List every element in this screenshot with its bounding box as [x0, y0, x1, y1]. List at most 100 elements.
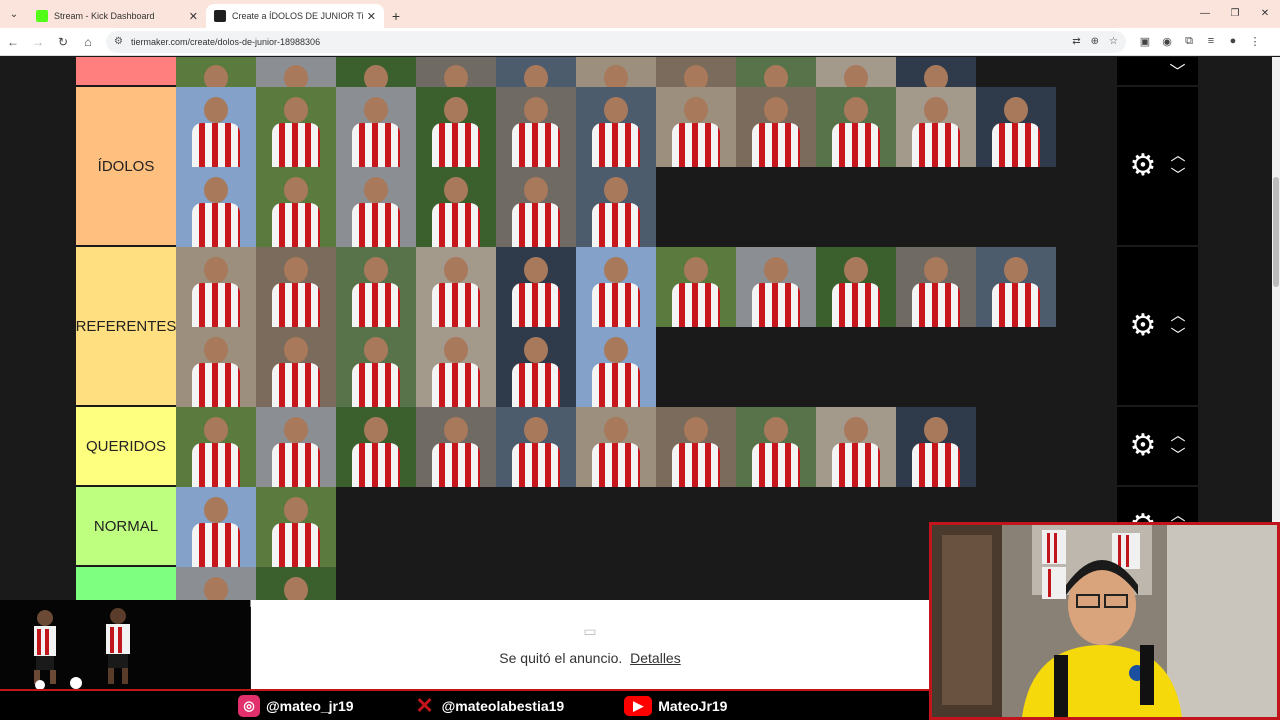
player-tile[interactable] — [496, 407, 576, 487]
player-tile[interactable] — [576, 57, 656, 87]
player-tile[interactable] — [816, 87, 896, 167]
extension-icon[interactable]: ◉ — [1156, 35, 1178, 48]
player-tile[interactable] — [896, 57, 976, 87]
tier-label[interactable] — [76, 57, 176, 85]
restore-icon[interactable]: ❐ — [1220, 0, 1250, 28]
player-tile[interactable] — [896, 407, 976, 487]
player-tile[interactable] — [416, 57, 496, 87]
player-tile[interactable] — [496, 167, 576, 247]
player-tile[interactable] — [176, 87, 256, 167]
profile-avatar[interactable]: ● — [1222, 35, 1244, 48]
player-tile[interactable] — [576, 247, 656, 327]
player-tile[interactable] — [736, 87, 816, 167]
player-tile[interactable] — [336, 247, 416, 327]
move-tier-up-icon[interactable]: ︿ — [1170, 428, 1185, 443]
tier-label[interactable]: QUERIDOS — [76, 407, 176, 485]
player-tile[interactable] — [656, 407, 736, 487]
forward-icon[interactable]: → — [26, 30, 50, 54]
player-tile[interactable] — [576, 407, 656, 487]
player-tile[interactable] — [256, 247, 336, 327]
player-tile[interactable] — [896, 247, 976, 327]
move-tier-up-icon[interactable]: ︿ — [1170, 308, 1185, 323]
move-tier-down-icon[interactable]: ﹀ — [1170, 168, 1185, 183]
tab-tiermaker[interactable]: Create a ÍDOLOS DE JUNIOR Tier ✕ — [206, 4, 384, 28]
tab-kick-dashboard[interactable]: Stream - Kick Dashboard ✕ — [28, 4, 206, 28]
player-tile[interactable] — [576, 87, 656, 167]
player-tile[interactable] — [176, 57, 256, 87]
player-tile[interactable] — [736, 247, 816, 327]
tier-label[interactable]: NORMAL — [76, 487, 176, 565]
player-tile[interactable] — [976, 247, 1056, 327]
player-tile[interactable] — [656, 57, 736, 87]
tab-search-icon[interactable]: ⌄ — [0, 0, 28, 28]
player-tile[interactable] — [256, 57, 336, 87]
player-head — [764, 97, 788, 123]
tier-settings-gear-icon[interactable]: ⚙ — [1130, 311, 1157, 341]
player-tile[interactable] — [336, 167, 416, 247]
close-window-icon[interactable]: ✕ — [1250, 0, 1280, 28]
move-tier-down-icon[interactable]: ﹀ — [1170, 328, 1185, 343]
player-tile[interactable] — [816, 407, 896, 487]
close-tab-icon[interactable]: ✕ — [189, 10, 198, 23]
menu-icon[interactable]: ⋮ — [1244, 35, 1266, 48]
player-tile[interactable] — [656, 87, 736, 167]
player-tile[interactable] — [416, 247, 496, 327]
player-tile[interactable] — [496, 327, 576, 407]
reading-list-icon[interactable]: ≡ — [1200, 35, 1222, 48]
minimize-icon[interactable]: — — [1190, 0, 1220, 28]
player-tile[interactable] — [336, 327, 416, 407]
player-tile[interactable] — [416, 87, 496, 167]
extensions-puzzle-icon[interactable]: ⧉ — [1178, 35, 1200, 48]
move-tier-down-icon[interactable]: ﹀ — [1169, 58, 1185, 82]
site-info-icon[interactable]: ⚙ — [114, 36, 123, 47]
player-tile[interactable] — [256, 407, 336, 487]
reload-icon[interactable]: ↻ — [51, 30, 75, 54]
player-tile[interactable] — [176, 487, 256, 567]
player-tile[interactable] — [896, 87, 976, 167]
player-tile[interactable] — [256, 487, 336, 567]
player-tile[interactable] — [576, 327, 656, 407]
move-tier-up-icon[interactable]: ︿ — [1170, 148, 1185, 163]
extension-icon[interactable]: ▣ — [1134, 35, 1156, 48]
translate-icon[interactable]: ⇄ — [1072, 36, 1080, 47]
close-tab-icon[interactable]: ✕ — [367, 10, 376, 23]
address-bar[interactable]: ⚙ tiermaker.com/create/dolos-de-junior-1… — [106, 30, 1126, 53]
ad-details-link[interactable]: Detalles — [630, 650, 681, 666]
player-tile[interactable] — [416, 167, 496, 247]
player-tile[interactable] — [576, 167, 656, 247]
tier-settings-gear-icon[interactable]: ⚙ — [1130, 431, 1157, 461]
player-tile[interactable] — [256, 167, 336, 247]
tier-label[interactable]: ÍDOLOS — [76, 87, 176, 245]
player-tile[interactable] — [336, 57, 416, 87]
player-tile[interactable] — [496, 87, 576, 167]
player-tile[interactable] — [176, 327, 256, 407]
social-handle: @mateolabestia19 — [441, 697, 565, 714]
player-tile[interactable] — [176, 407, 256, 487]
player-tile[interactable] — [336, 407, 416, 487]
player-tile[interactable] — [176, 247, 256, 327]
home-icon[interactable]: ⌂ — [76, 30, 100, 54]
zoom-icon[interactable]: ⊕ — [1091, 36, 1099, 47]
back-icon[interactable]: ← — [1, 30, 25, 54]
player-tile[interactable] — [256, 327, 336, 407]
player-tile[interactable] — [736, 407, 816, 487]
player-tile[interactable] — [816, 247, 896, 327]
player-tile[interactable] — [496, 247, 576, 327]
scrollbar-thumb[interactable] — [1273, 177, 1279, 287]
player-tile[interactable] — [816, 57, 896, 87]
move-tier-down-icon[interactable]: ﹀ — [1170, 448, 1185, 463]
player-tile[interactable] — [496, 57, 576, 87]
player-tile[interactable] — [336, 87, 416, 167]
move-tier-up-icon[interactable]: ︿ — [1170, 508, 1185, 523]
player-tile[interactable] — [176, 167, 256, 247]
player-tile[interactable] — [656, 247, 736, 327]
player-tile[interactable] — [416, 327, 496, 407]
bookmark-star-icon[interactable]: ☆ — [1109, 36, 1118, 47]
player-tile[interactable] — [736, 57, 816, 87]
player-tile[interactable] — [976, 87, 1056, 167]
tier-label[interactable]: REFERENTES — [76, 247, 176, 405]
new-tab-button[interactable]: + — [384, 4, 408, 28]
tier-settings-gear-icon[interactable]: ⚙ — [1130, 151, 1157, 181]
player-tile[interactable] — [416, 407, 496, 487]
player-tile[interactable] — [256, 87, 336, 167]
